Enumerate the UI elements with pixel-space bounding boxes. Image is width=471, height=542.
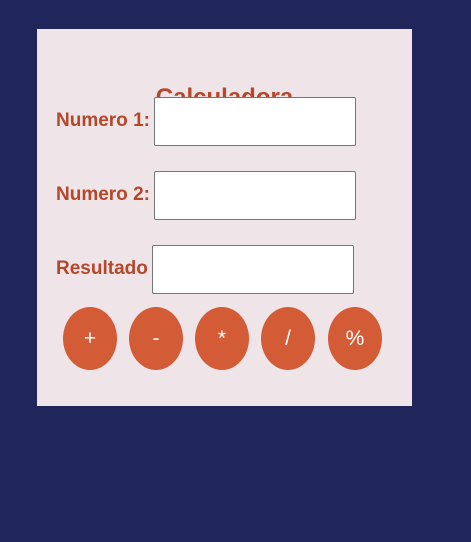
subtract-button[interactable]: - — [129, 307, 183, 370]
result-field[interactable] — [152, 245, 354, 294]
number-2-label: Numero 2: — [56, 184, 150, 205]
number-2-input[interactable] — [154, 171, 356, 220]
calculator-panel: Calculadora Numero 1: Numero 2: Resultad… — [37, 29, 412, 406]
divide-button[interactable]: / — [261, 307, 315, 370]
add-button[interactable]: + — [63, 307, 117, 370]
modulo-button[interactable]: % — [328, 307, 382, 370]
number-1-label: Numero 1: — [56, 110, 150, 131]
number-1-input[interactable] — [154, 97, 356, 146]
result-label: Resultado — [56, 258, 148, 279]
multiply-button[interactable]: * — [195, 307, 249, 370]
